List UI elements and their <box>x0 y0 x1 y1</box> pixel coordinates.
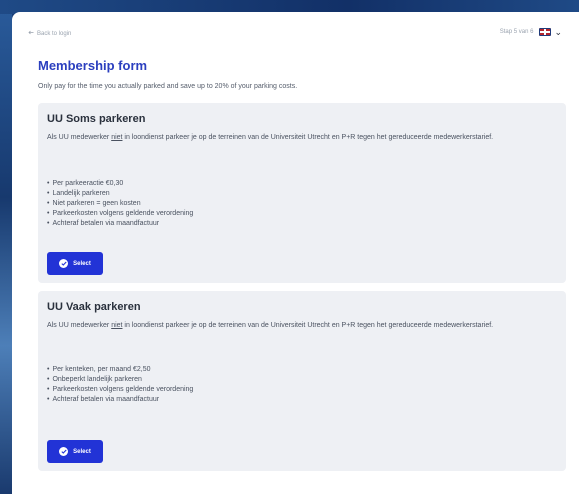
option-title: UU Vaak parkeren <box>47 301 141 313</box>
arrow-left-icon <box>28 30 34 37</box>
select-button[interactable]: Select <box>47 440 103 463</box>
membership-option-card: UU Vaak parkeren Als UU medewerker niet … <box>38 291 566 471</box>
option-description: Als UU medewerker niet in loondienst par… <box>47 134 494 141</box>
step-and-language: Stap 5 van 6 ⌄ <box>499 27 562 37</box>
feature-item: Achteraf betalen via maandfactuur <box>47 219 193 229</box>
check-circle-icon <box>59 259 69 268</box>
page-title: Membership form <box>38 58 148 73</box>
feature-item: Parkeerkosten volgens geldende verordeni… <box>47 385 193 395</box>
page-subtitle: Only pay for the time you actually parke… <box>38 83 298 90</box>
option-features: Per kenteken, per maand €2,50 Onbeperkt … <box>47 365 193 405</box>
step-indicator: Stap 5 van 6 <box>499 29 534 35</box>
uk-flag-icon <box>539 28 552 36</box>
feature-item: Achteraf betalen via maandfactuur <box>47 395 193 405</box>
option-features: Per parkeeractie €0,30 Landelijk parkere… <box>47 179 193 229</box>
back-link-label: Back to login <box>37 30 72 37</box>
membership-option-card: UU Soms parkeren Als UU medewerker niet … <box>38 103 566 283</box>
option-description: Als UU medewerker niet in loondienst par… <box>47 322 494 329</box>
feature-item: Per kenteken, per maand €2,50 <box>47 365 193 375</box>
top-bar: Back to login Stap 5 van 6 ⌄ <box>28 27 562 42</box>
feature-item: Parkeerkosten volgens geldende verordeni… <box>47 209 193 219</box>
feature-item: Niet parkeren = geen kosten <box>47 199 193 209</box>
check-circle-icon <box>59 447 69 456</box>
feature-item: Onbeperkt landelijk parkeren <box>47 375 193 385</box>
chevron-down-icon: ⌄ <box>554 27 562 37</box>
feature-item: Per parkeeractie €0,30 <box>47 179 193 189</box>
select-button[interactable]: Select <box>47 252 103 275</box>
language-selector[interactable]: ⌄ <box>539 27 562 37</box>
option-title: UU Soms parkeren <box>47 113 146 125</box>
back-to-login-link[interactable]: Back to login <box>28 30 71 37</box>
feature-item: Landelijk parkeren <box>47 189 193 199</box>
select-button-label: Select <box>73 448 91 455</box>
background-strip <box>0 0 12 494</box>
select-button-label: Select <box>73 260 91 267</box>
